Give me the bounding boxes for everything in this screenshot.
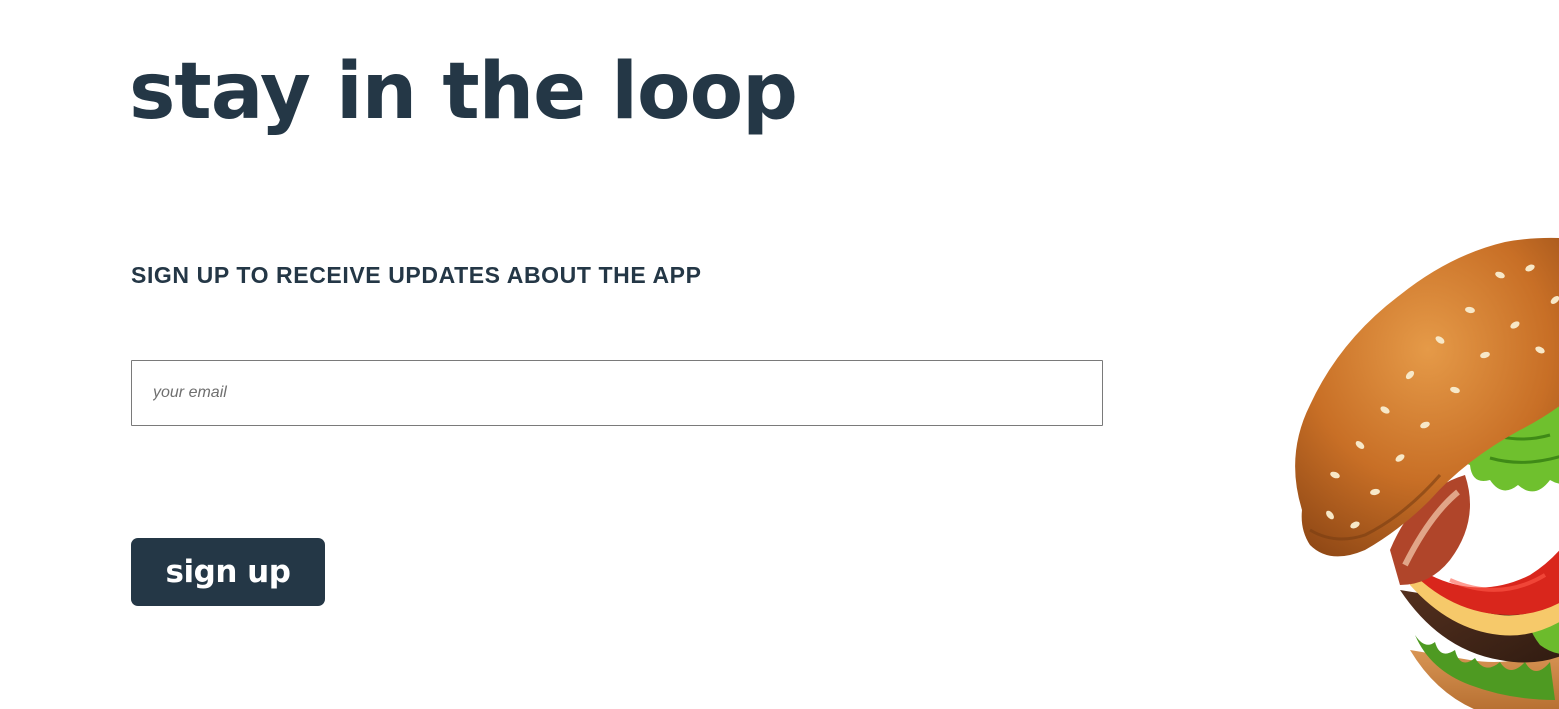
page-title: stay in the loop bbox=[129, 47, 798, 137]
signup-subtitle: SIGN UP TO RECEIVE UPDATES ABOUT THE APP bbox=[131, 262, 702, 288]
sign-up-button[interactable]: sign up bbox=[131, 538, 325, 606]
email-field[interactable] bbox=[131, 360, 1103, 426]
signup-page: stay in the loop SIGN UP TO RECEIVE UPDA… bbox=[0, 0, 1559, 709]
burger-image bbox=[1295, 237, 1559, 709]
